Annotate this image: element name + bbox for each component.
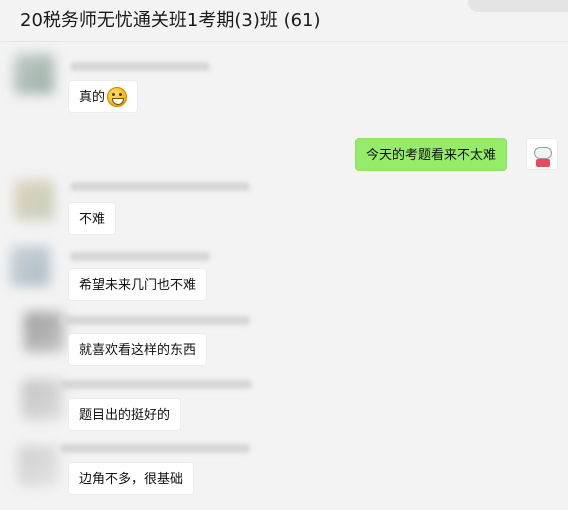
- sender-name-blurred: [70, 252, 210, 261]
- message-text: 就喜欢看这样的东西: [79, 343, 197, 358]
- message-bubble[interactable]: 真的: [68, 80, 139, 113]
- sender-name-blurred: [60, 444, 250, 453]
- chat-title: 20税务师无忧通关班1考期(3)班 (61): [20, 10, 321, 31]
- chat-header: 20税务师无忧通关班1考期(3)班 (61): [0, 0, 568, 42]
- avatar-face-icon: [534, 147, 552, 159]
- my-message-bubble[interactable]: 今天的考题看来不太难: [355, 138, 508, 171]
- sender-name-blurred: [60, 380, 252, 389]
- avatar-body-icon: [536, 159, 550, 167]
- message-text: 边角不多，很基础: [79, 472, 184, 487]
- avatar[interactable]: [22, 380, 62, 420]
- message-text: 不难: [79, 212, 106, 227]
- avatar[interactable]: [14, 180, 54, 220]
- sender-name-blurred: [60, 316, 250, 325]
- message-text: 题目出的挺好的: [79, 408, 171, 423]
- message-bubble[interactable]: 题目出的挺好的: [68, 398, 182, 431]
- avatar[interactable]: [10, 246, 50, 286]
- message-bubble[interactable]: 边角不多，很基础: [68, 462, 195, 495]
- avatar[interactable]: [18, 446, 58, 486]
- message-text: 希望未来几门也不难: [79, 278, 197, 293]
- message-bubble[interactable]: 希望未来几门也不难: [68, 268, 208, 301]
- avatar[interactable]: [24, 312, 64, 352]
- my-avatar[interactable]: [526, 138, 558, 170]
- sender-name-blurred: [70, 62, 210, 71]
- header-decoration: [468, 0, 568, 12]
- message-text: 真的: [79, 90, 106, 105]
- message-bubble[interactable]: 就喜欢看这样的东西: [68, 333, 208, 366]
- message-text: 今天的考题看来不太难: [366, 148, 497, 163]
- sender-name-blurred: [70, 182, 250, 191]
- grinning-face-emoji-icon: [107, 86, 128, 107]
- avatar[interactable]: [14, 54, 54, 94]
- message-bubble[interactable]: 不难: [68, 202, 117, 235]
